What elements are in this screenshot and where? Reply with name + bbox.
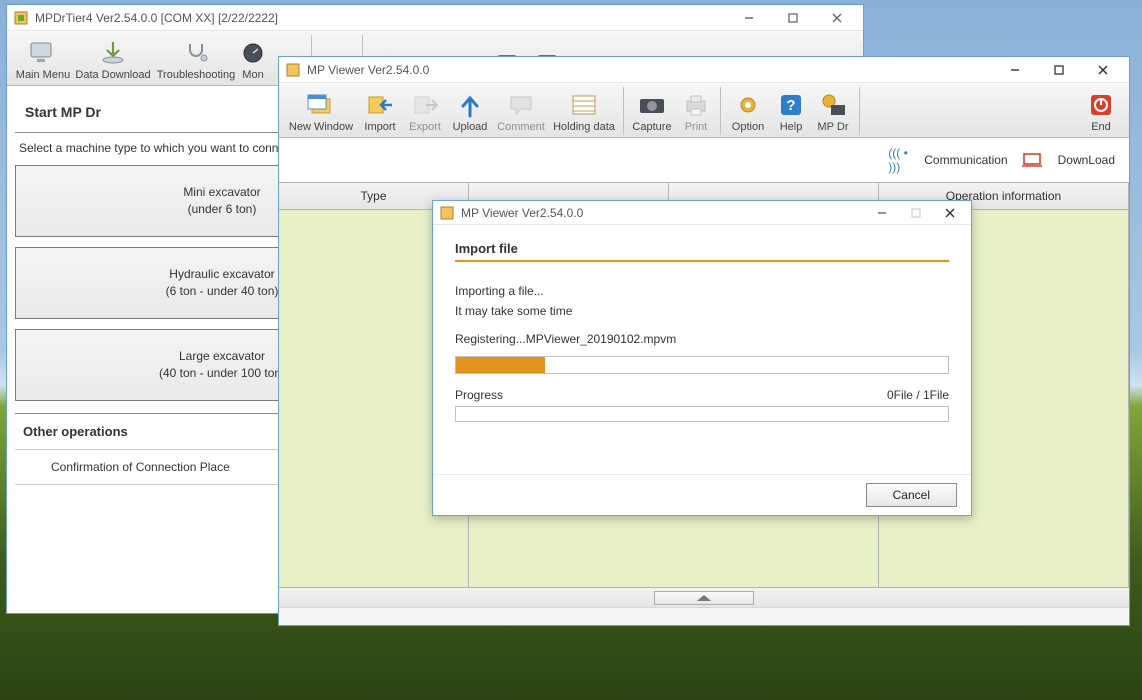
wait-text: It may take some time bbox=[455, 304, 949, 318]
importing-text: Importing a file... bbox=[455, 284, 949, 298]
gear-star-icon bbox=[728, 89, 768, 121]
antenna-icon: ((( • ))) bbox=[888, 146, 910, 174]
progress-count: 0File / 1File bbox=[887, 388, 949, 402]
maximize-button[interactable] bbox=[771, 5, 815, 31]
close-button[interactable] bbox=[933, 200, 967, 226]
print-button: Print bbox=[676, 87, 716, 135]
export-icon bbox=[405, 89, 445, 121]
option-button[interactable]: Option bbox=[725, 87, 771, 135]
divider bbox=[455, 260, 949, 262]
viewer-toolbar: New Window Import Export Upload Comment … bbox=[279, 83, 1129, 138]
download-label: DownLoad bbox=[1058, 153, 1115, 167]
mpdr-titlebar: MPDrTier4 Ver2.54.0.0 [COM XX] [2/22/222… bbox=[7, 5, 863, 31]
window-icon bbox=[301, 89, 341, 121]
close-button[interactable] bbox=[1081, 57, 1125, 83]
power-icon bbox=[1081, 89, 1121, 121]
holding-data-button[interactable]: Holding data bbox=[549, 87, 619, 135]
capture-button[interactable]: Capture bbox=[628, 87, 676, 135]
gear-camera-icon bbox=[813, 89, 853, 121]
comment-icon bbox=[501, 89, 541, 121]
expand-handle[interactable] bbox=[654, 591, 754, 605]
help-icon: ? bbox=[771, 89, 811, 121]
up-arrow-icon bbox=[450, 89, 490, 121]
maximize-button bbox=[899, 200, 933, 226]
app-icon bbox=[285, 62, 301, 78]
register-progressbar bbox=[455, 356, 949, 374]
bottom-bar bbox=[279, 587, 1129, 607]
troubleshooting-button[interactable]: Troubleshooting bbox=[153, 35, 239, 83]
minimize-button[interactable] bbox=[865, 200, 899, 226]
minimize-button[interactable] bbox=[993, 57, 1037, 83]
list-icon bbox=[564, 89, 604, 121]
chevron-up-icon bbox=[697, 595, 711, 601]
toolbar-separator bbox=[623, 87, 624, 135]
toolbar-separator bbox=[720, 87, 721, 135]
export-button: Export bbox=[403, 87, 447, 135]
registering-text: Registering...MPViewer_20190102.mpvm bbox=[455, 332, 949, 346]
download-icon bbox=[93, 37, 133, 69]
import-icon bbox=[360, 89, 400, 121]
dialog-title: MP Viewer Ver2.54.0.0 bbox=[461, 206, 865, 220]
minimize-button[interactable] bbox=[727, 5, 771, 31]
mpdr-launch-button[interactable]: MP Dr bbox=[811, 87, 855, 135]
import-dialog: MP Viewer Ver2.54.0.0 Import file Import… bbox=[432, 200, 972, 516]
monitor-icon bbox=[23, 37, 63, 69]
new-window-button[interactable]: New Window bbox=[285, 87, 357, 135]
viewer-statusbar bbox=[279, 607, 1129, 625]
import-button[interactable]: Import bbox=[357, 87, 403, 135]
cancel-button[interactable]: Cancel bbox=[866, 483, 957, 507]
mpdr-title: MPDrTier4 Ver2.54.0.0 [COM XX] [2/22/222… bbox=[35, 11, 727, 25]
camera-icon bbox=[632, 89, 672, 121]
app-icon bbox=[439, 205, 455, 221]
svg-text:?: ? bbox=[786, 97, 795, 114]
printer-icon bbox=[676, 89, 716, 121]
laptop-download-icon bbox=[1022, 152, 1044, 168]
toolbar-separator bbox=[859, 87, 860, 135]
viewer-titlebar: MP Viewer Ver2.54.0.0 bbox=[279, 57, 1129, 83]
app-icon bbox=[13, 10, 29, 26]
import-header: Import file bbox=[455, 241, 949, 256]
data-download-button[interactable]: Data Download bbox=[73, 35, 153, 83]
communication-label: Communication bbox=[924, 153, 1007, 167]
status-row: ((( • ))) Communication DownLoad bbox=[279, 138, 1129, 182]
progress-label: Progress bbox=[455, 388, 503, 402]
dialog-titlebar: MP Viewer Ver2.54.0.0 bbox=[433, 201, 971, 225]
overall-progressbar bbox=[455, 406, 949, 422]
monitor-button[interactable]: Mon bbox=[239, 35, 267, 83]
progressbar-fill bbox=[456, 357, 545, 373]
stethoscope-icon bbox=[176, 37, 216, 69]
upload-button[interactable]: Upload bbox=[447, 87, 493, 135]
help-button[interactable]: ?Help bbox=[771, 87, 811, 135]
close-button[interactable] bbox=[815, 5, 859, 31]
comment-button: Comment bbox=[493, 87, 549, 135]
end-button[interactable]: End bbox=[1079, 87, 1123, 135]
viewer-title: MP Viewer Ver2.54.0.0 bbox=[307, 63, 993, 77]
maximize-button[interactable] bbox=[1037, 57, 1081, 83]
main-menu-button[interactable]: Main Menu bbox=[13, 35, 73, 83]
